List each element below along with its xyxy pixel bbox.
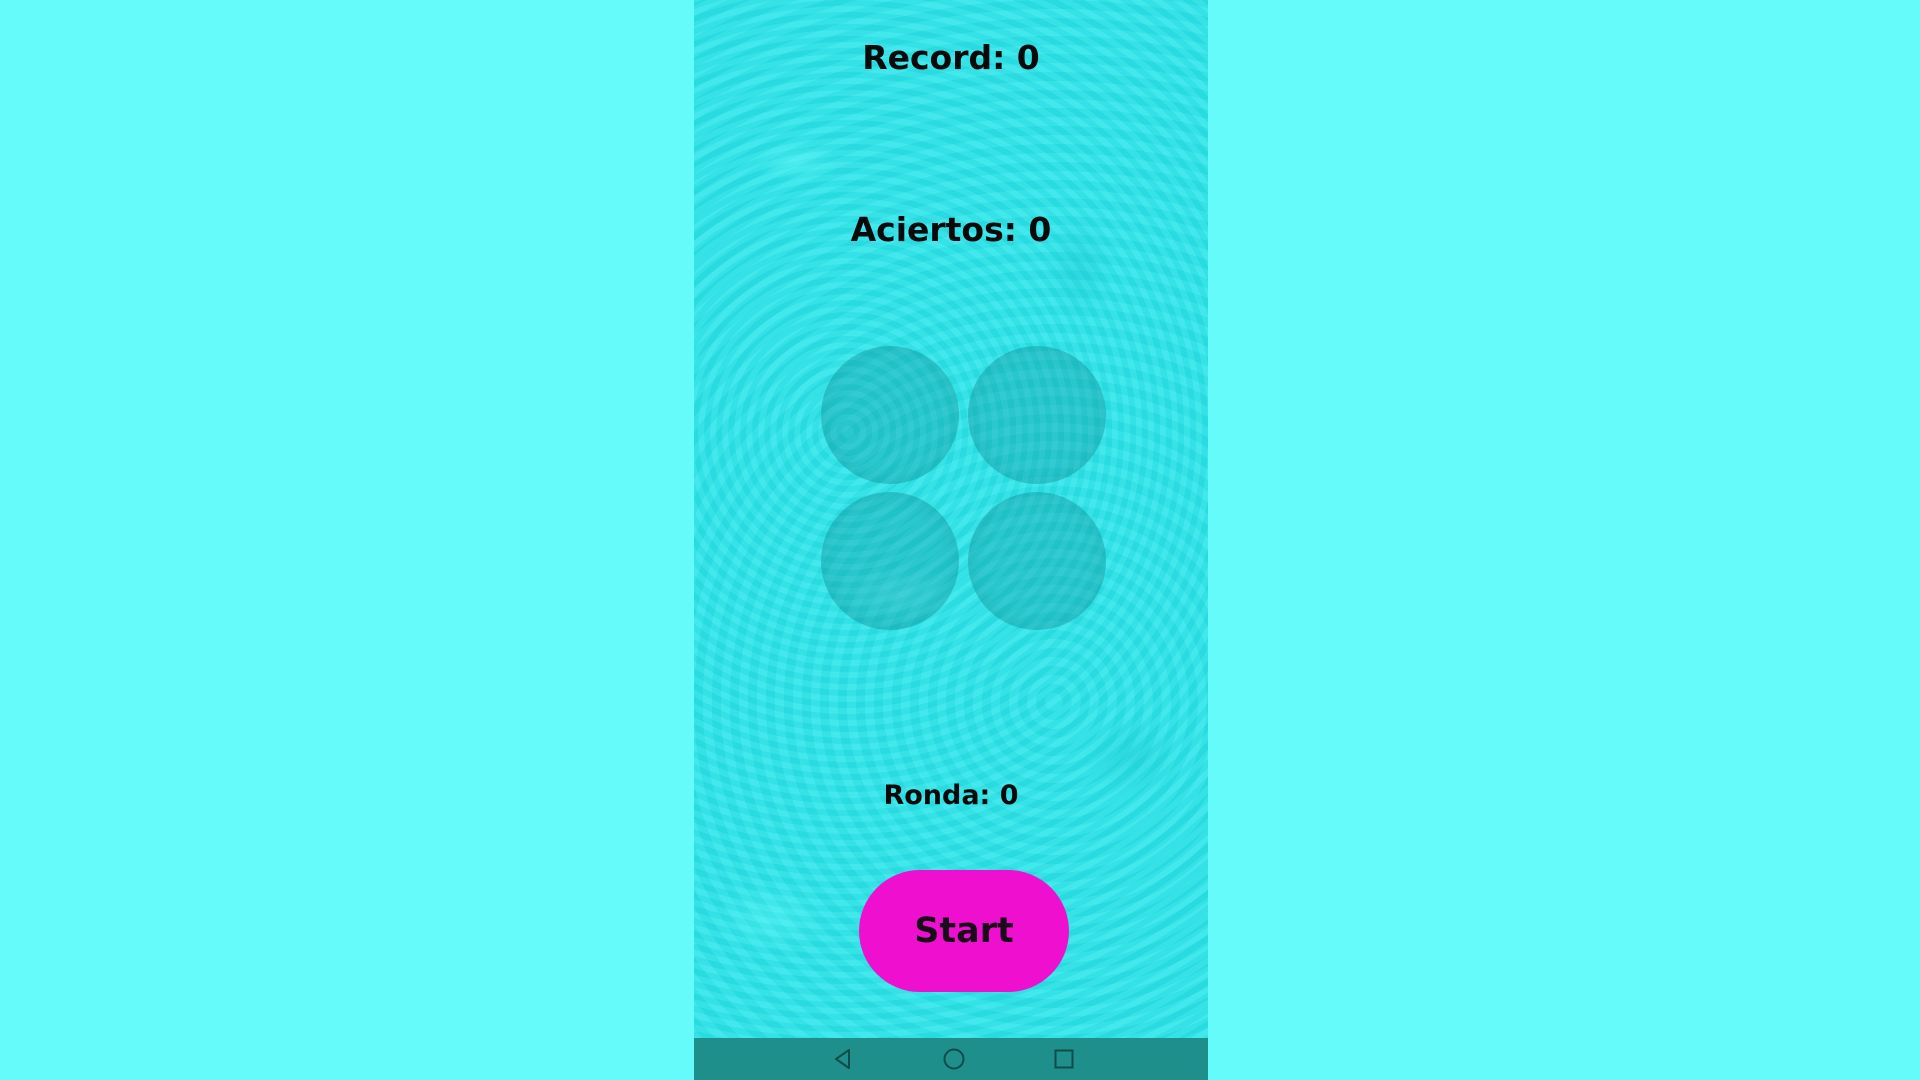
android-navigation-bar: [694, 1038, 1208, 1080]
round-counter: Ronda: 0: [883, 780, 1019, 811]
back-icon[interactable]: [828, 1044, 858, 1074]
pad-bottom-left[interactable]: [821, 492, 959, 630]
start-button[interactable]: Start: [859, 870, 1069, 992]
pad-top-left[interactable]: [821, 346, 959, 484]
desktop-background: Record: 0 Aciertos: 0 Ronda: 0 Start: [0, 0, 1920, 1080]
hits-score: Aciertos: 0: [850, 210, 1052, 249]
pad-bottom-right[interactable]: [968, 492, 1106, 630]
recents-icon[interactable]: [1049, 1044, 1079, 1074]
record-score: Record: 0: [862, 38, 1040, 77]
phone-screen: Record: 0 Aciertos: 0 Ronda: 0 Start: [694, 0, 1208, 1080]
pad-top-right[interactable]: [968, 346, 1106, 484]
home-icon[interactable]: [939, 1044, 969, 1074]
